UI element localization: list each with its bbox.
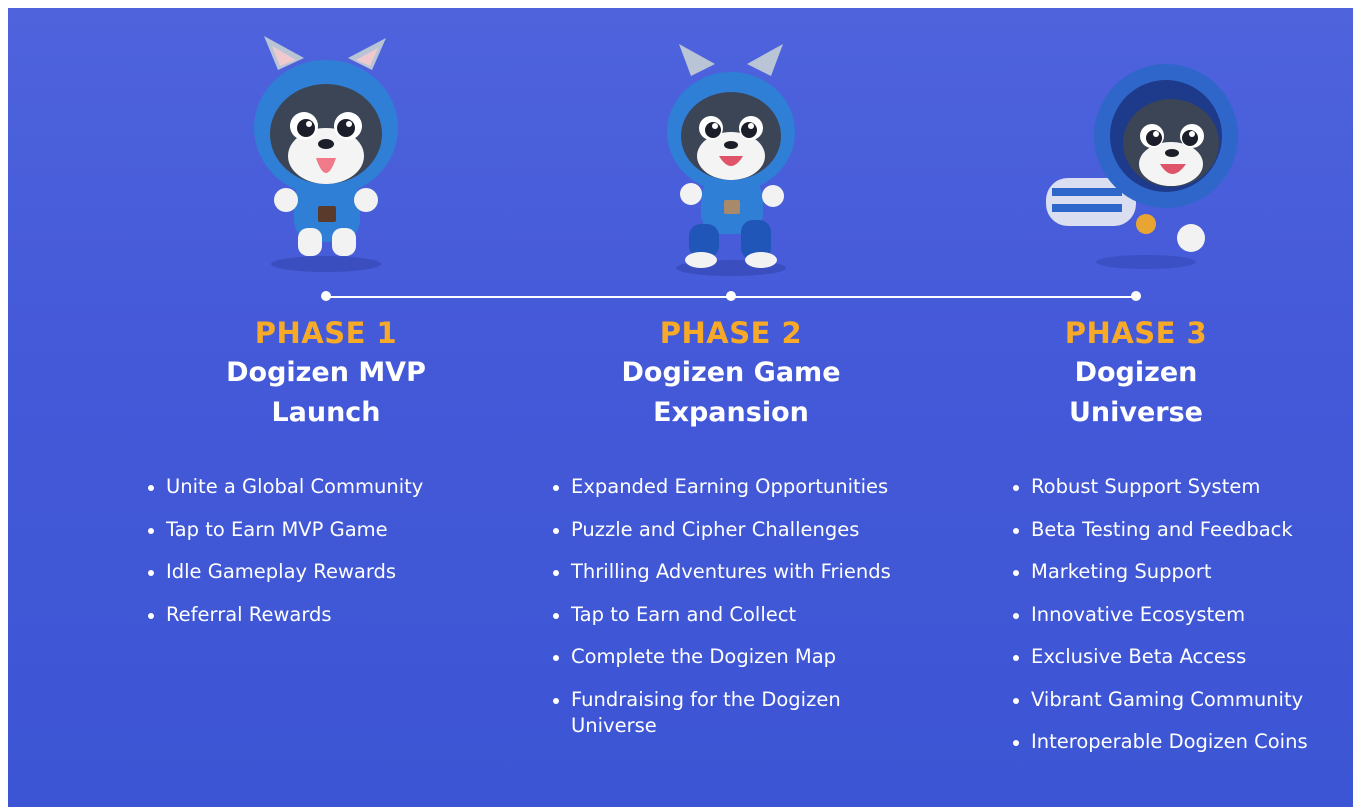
phase-2-column: PHASE 2 Dogizen Game Expansion Expanded … bbox=[521, 8, 941, 807]
feature-item: Interoperable Dogizen Coins bbox=[1011, 729, 1308, 755]
feature-item: Exclusive Beta Access bbox=[1011, 644, 1308, 670]
feature-item: Tap to Earn MVP Game bbox=[146, 517, 423, 543]
dog-mascot-hooded-icon bbox=[216, 28, 436, 278]
feature-item: Unite a Global Community bbox=[146, 474, 423, 500]
feature-item: Tap to Earn and Collect bbox=[551, 602, 911, 628]
feature-list: Unite a Global Community Tap to Earn MVP… bbox=[146, 474, 423, 644]
phase-label: PHASE 1 bbox=[254, 316, 398, 350]
feature-item: Fundraising for the Dogizen Universe bbox=[551, 687, 861, 739]
feature-item: Thrilling Adventures with Friends bbox=[551, 559, 911, 585]
roadmap-panel: PHASE 1 Dogizen MVP Launch Unite a Globa… bbox=[8, 8, 1353, 807]
feature-list: Expanded Earning Opportunities Puzzle an… bbox=[551, 474, 911, 755]
phase-title: Dogizen MVP Launch bbox=[226, 357, 426, 428]
feature-item: Referral Rewards bbox=[146, 602, 423, 628]
feature-item: Vibrant Gaming Community bbox=[1011, 687, 1308, 713]
phase-title: Dogizen Game Expansion bbox=[621, 357, 841, 428]
feature-item: Complete the Dogizen Map bbox=[551, 644, 911, 670]
feature-item: Robust Support System bbox=[1011, 474, 1308, 500]
feature-item: Puzzle and Cipher Challenges bbox=[551, 517, 911, 543]
dog-mascot-astronaut-icon bbox=[1026, 28, 1246, 278]
feature-list: Robust Support System Beta Testing and F… bbox=[1011, 474, 1308, 772]
feature-item: Marketing Support bbox=[1011, 559, 1308, 585]
feature-item: Expanded Earning Opportunities bbox=[551, 474, 911, 500]
phase-title: Dogizen Universe bbox=[1068, 357, 1203, 428]
feature-item: Innovative Ecosystem bbox=[1011, 602, 1308, 628]
feature-item: Idle Gameplay Rewards bbox=[146, 559, 423, 585]
phase-1-column: PHASE 1 Dogizen MVP Launch Unite a Globa… bbox=[116, 8, 536, 807]
dog-mascot-walking-icon bbox=[621, 28, 841, 278]
phase-label: PHASE 3 bbox=[1064, 316, 1208, 350]
phase-label: PHASE 2 bbox=[659, 316, 803, 350]
phase-3-column: PHASE 3 Dogizen Universe Robust Support … bbox=[926, 8, 1346, 807]
feature-item: Beta Testing and Feedback bbox=[1011, 517, 1308, 543]
